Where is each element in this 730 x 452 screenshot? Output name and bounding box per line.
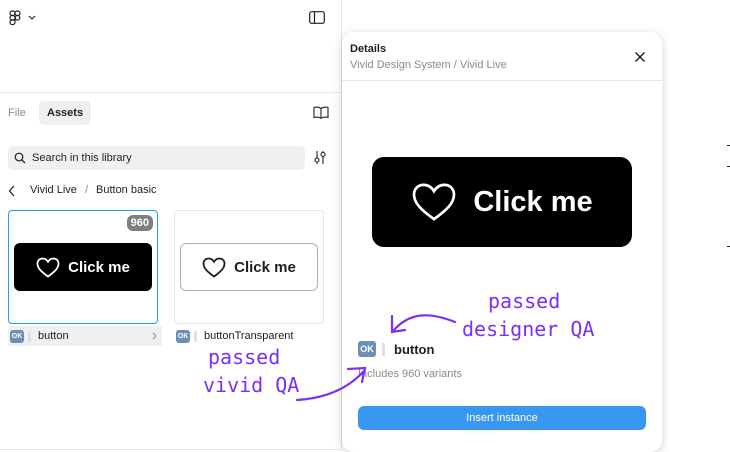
details-divider [342, 80, 662, 81]
heart-icon [413, 183, 456, 221]
ok-status-icon: OK [358, 341, 376, 357]
panel-toggle-icon [309, 11, 325, 24]
annotation-designer-qa-line2: designer QA [462, 317, 595, 341]
tab-file[interactable]: File [0, 101, 34, 125]
filter-icon [314, 151, 326, 164]
ok-status-icon: OK [10, 330, 24, 343]
search-input[interactable] [32, 146, 297, 170]
button-transparent-preview: Click me [180, 243, 318, 291]
status-separator [28, 331, 31, 342]
breadcrumb-separator: / [85, 184, 89, 196]
annotation-vivid-qa-line2: vivid QA [203, 373, 300, 397]
details-button-preview: Click me [372, 157, 632, 247]
variant-count-badge: 960 [126, 215, 153, 231]
chevron-right-icon[interactable] [152, 332, 157, 340]
annotation-designer-qa-line1: passed [488, 289, 561, 313]
breadcrumb-library[interactable]: Vivid Live [30, 183, 77, 197]
component-name-button-transparent[interactable]: buttonTransparent [204, 329, 293, 343]
back-button[interactable] [8, 184, 16, 202]
details-component-name: button [394, 342, 435, 357]
component-card-button[interactable]: 960 Click me [8, 210, 158, 324]
main-menu-button[interactable] [9, 10, 36, 31]
details-variant-count: Includes 960 variants [358, 368, 462, 380]
breadcrumb-page: Button basic [96, 184, 157, 196]
button-transparent-preview-label: Click me [234, 258, 296, 276]
search-box [8, 146, 305, 170]
component-name-button: button [38, 330, 69, 342]
heart-icon [202, 257, 226, 278]
annotation-vivid-qa-line1: passed [208, 345, 281, 369]
details-title: Details [350, 43, 387, 55]
library-button[interactable] [313, 106, 329, 124]
component-card-button-transparent[interactable]: Click me [174, 210, 324, 324]
panel-toggle-button[interactable] [309, 11, 325, 29]
chevron-left-icon [8, 185, 15, 197]
close-button[interactable] [632, 49, 648, 65]
component-row-button[interactable] [8, 326, 162, 346]
button-preview: Click me [14, 243, 152, 291]
details-subtitle: Vivid Design System / Vivid Live [350, 59, 507, 71]
search-icon [14, 152, 26, 164]
header-divider [0, 92, 341, 93]
status-separator [194, 331, 197, 342]
heart-icon [36, 257, 60, 278]
insert-instance-button[interactable]: Insert instance [358, 406, 646, 430]
close-icon [635, 52, 645, 62]
figma-logo-icon [9, 10, 21, 26]
details-panel: Details Vivid Design System / Vivid Live… [342, 32, 662, 452]
book-icon [313, 106, 329, 119]
ok-status-icon: OK [176, 330, 190, 343]
button-preview-label: Click me [68, 258, 130, 276]
status-separator [382, 343, 385, 356]
filter-button[interactable] [313, 150, 327, 170]
details-preview-label: Click me [473, 185, 593, 218]
chevron-down-icon [28, 15, 36, 20]
tab-assets[interactable]: Assets [39, 101, 92, 125]
